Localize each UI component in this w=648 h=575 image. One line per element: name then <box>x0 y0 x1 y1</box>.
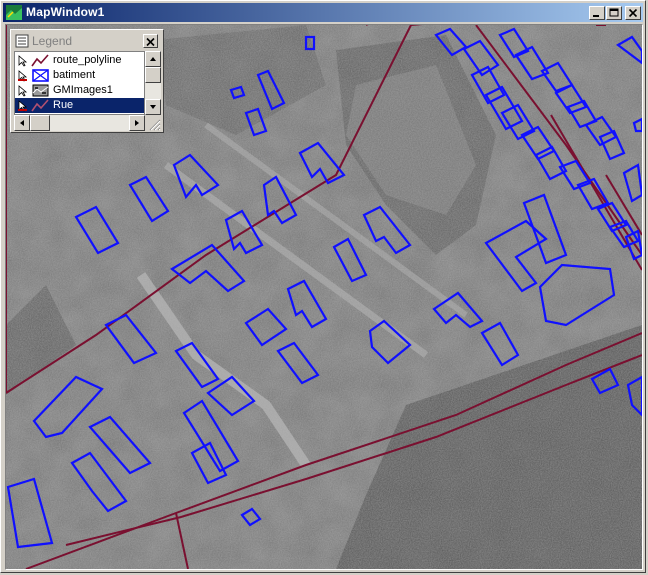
scroll-down-button[interactable] <box>145 99 161 115</box>
legend-layer-label: route_polyline <box>53 54 122 66</box>
legend-icon <box>15 34 29 48</box>
legend-vertical-scrollbar[interactable] <box>145 51 161 115</box>
title-bar[interactable]: MapWindow1 <box>3 3 643 22</box>
maximize-icon <box>609 8 619 17</box>
maximize-button[interactable] <box>606 6 622 20</box>
legend-panel: Legend route_polyline batiment GMImages1… <box>10 29 164 133</box>
map-view[interactable]: Legend route_polyline batiment GMImages1… <box>5 24 643 570</box>
legend-layer-row[interactable]: batiment <box>15 68 144 83</box>
scroll-left-button[interactable] <box>14 115 30 131</box>
close-button[interactable] <box>625 6 641 20</box>
close-icon <box>628 8 638 18</box>
legend-title-bar[interactable]: Legend <box>14 33 160 50</box>
polyline-icon <box>31 54 49 67</box>
map-window: MapWindow1 Legend route_polyline batimen… <box>0 0 646 573</box>
image-layer-icon <box>32 84 49 97</box>
arrow-left-icon <box>20 120 24 126</box>
legend-layer-label: batiment <box>53 69 96 81</box>
scroll-right-button[interactable] <box>129 115 145 131</box>
legend-layer-label: GMImages1 <box>53 84 113 96</box>
map-window-icon <box>6 5 22 20</box>
minimize-button[interactable] <box>589 6 605 20</box>
polyline-icon <box>31 99 49 112</box>
edit-pointer-icon <box>18 100 28 112</box>
legend-layer-list[interactable]: route_polyline batiment GMImages1 Rue <box>14 51 145 115</box>
polygon-icon <box>32 69 49 82</box>
scroll-thumb[interactable] <box>145 67 161 83</box>
legend-layer-row[interactable]: route_polyline <box>15 53 144 68</box>
pointer-icon <box>18 85 28 97</box>
close-icon <box>146 37 155 47</box>
legend-layer-row[interactable]: GMImages1 <box>15 83 144 98</box>
scroll-thumb[interactable] <box>30 115 50 131</box>
arrow-up-icon <box>150 57 156 61</box>
legend-horizontal-scrollbar[interactable] <box>14 115 145 131</box>
minimize-icon <box>593 15 599 17</box>
arrow-down-icon <box>150 105 156 109</box>
arrow-right-icon <box>135 120 139 126</box>
legend-title: Legend <box>32 34 73 48</box>
scroll-up-button[interactable] <box>145 51 161 67</box>
legend-close-button[interactable] <box>143 34 158 48</box>
window-title: MapWindow1 <box>26 5 105 19</box>
pointer-icon <box>18 55 28 67</box>
edit-pointer-icon <box>18 70 28 82</box>
legend-layer-row-selected[interactable]: Rue <box>15 98 144 113</box>
legend-layer-label: Rue <box>53 99 74 111</box>
resize-grip-icon[interactable] <box>145 115 161 131</box>
